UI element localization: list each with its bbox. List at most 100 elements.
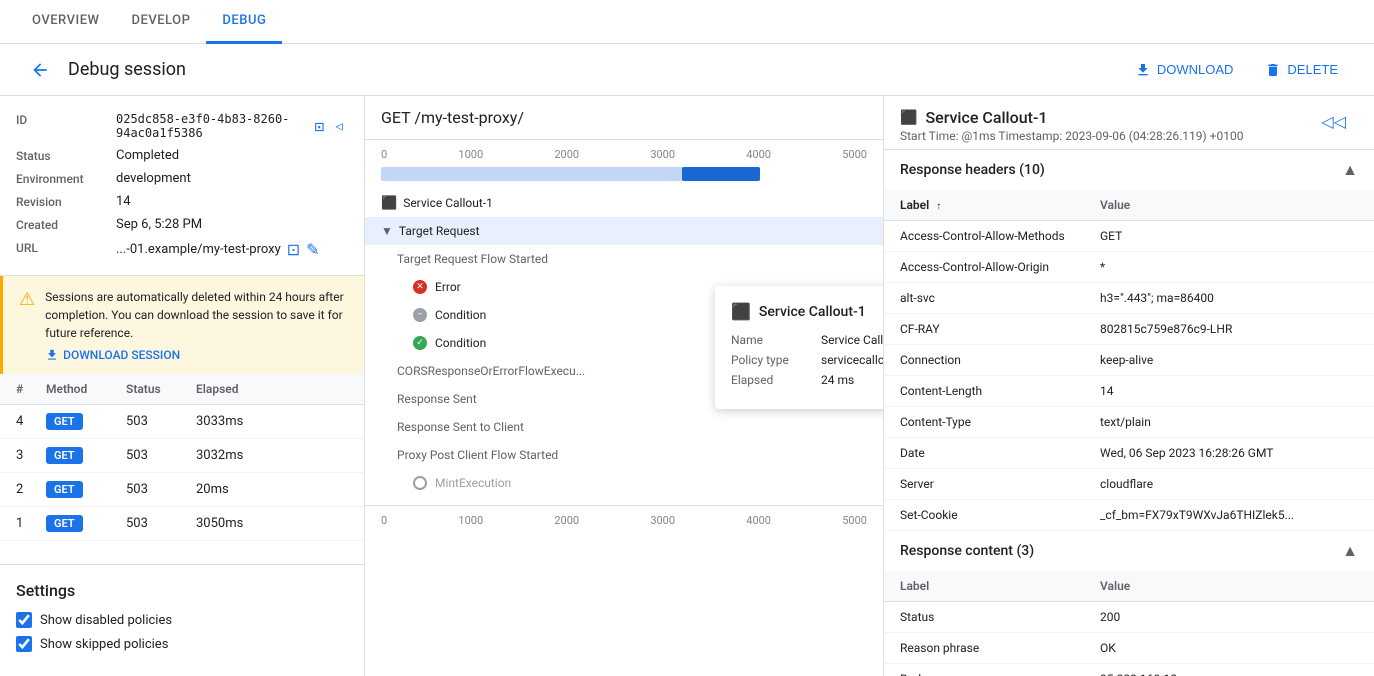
header-row: CF-RAY 802815c759e876c9-LHR [884,314,1374,345]
table-rows: 4 GET 503 3033ms 3 GET 503 3032ms 2 GET … [0,405,364,541]
url-edit-icon[interactable]: ✎ [306,240,319,259]
tab-overview[interactable]: OVERVIEW [16,0,115,44]
alert-icon: ⚠ [19,289,35,362]
mint-dot [413,476,427,490]
status-value: Completed [116,148,179,163]
id-row: ID 025dc858-e3f0-4b83-8260-94ac0a1f5386 … [16,112,348,140]
popup-title: Service Callout-1 [759,304,866,320]
response-headers-chevron[interactable]: ▲ [1342,160,1358,180]
nav-prev-icon[interactable]: ◁◁ [1317,108,1350,135]
header-left: Debug session [24,54,186,86]
popup-policy-value: servicecallout [821,353,884,367]
bottom-timeline: 0 1000 2000 3000 4000 5000 [365,505,883,535]
environment-label: Environment [16,171,116,186]
tab-debug[interactable]: DEBUG [206,0,282,44]
content-row: Status 200 [884,602,1374,633]
header-value: 14 [1084,376,1374,407]
row-status: 503 [126,414,196,429]
header-row: Content-Length 14 [884,376,1374,407]
checkbox-label-0: Show disabled policies [40,613,172,628]
header-label: Content-Type [884,407,1084,438]
bottom-scale-labels: 0 1000 2000 3000 4000 5000 [381,514,867,527]
popup-elapsed-row: Elapsed 24 ms [731,373,884,387]
checkbox-0[interactable] [16,612,32,628]
row-method: GET [46,413,126,430]
mint-execution-row[interactable]: MintExecution [365,469,883,497]
created-row: Created Sep 6, 5:28 PM [16,217,348,232]
right-panel-subtitle: Start Time: @1ms Timestamp: 2023-09-06 (… [900,129,1243,143]
header-row: Connection keep-alive [884,345,1374,376]
response-content-section: Response content (3) ▲ Label Value Statu… [884,531,1374,676]
row-method: GET [46,447,126,464]
url-label: URL [16,240,116,255]
popup-elapsed-value: 24 ms [821,373,854,387]
header-label: Access-Control-Allow-Origin [884,252,1084,283]
service-callout-row[interactable]: ⬛ Service Callout-1 [365,189,883,217]
back-button[interactable] [24,54,56,86]
settings-checkboxes: Show disabled policies Show skipped poli… [16,612,348,652]
response-content-chevron[interactable]: ▲ [1342,541,1358,561]
environment-value: development [116,171,191,186]
center-panel: GET /my-test-proxy/ 0 1000 2000 3000 400… [365,96,884,676]
content-row: Body 35.203.160.18 [884,664,1374,676]
header-row: Server cloudflare [884,469,1374,500]
target-request-row[interactable]: ▼ Target Request [365,217,883,245]
content-value: 35.203.160.18 [1084,664,1374,676]
revision-label: Revision [16,194,116,209]
content-col-label[interactable]: Label [884,571,1084,602]
url-copy-icon[interactable]: ⊡ [287,240,300,259]
copy-icon[interactable]: ⊡ [315,117,325,136]
response-content-title: Response content (3) [900,543,1034,559]
page-header: Debug session DOWNLOAD DELETE [0,44,1374,96]
revision-row: Revision 14 [16,194,348,209]
popup-name-row: Name Service Callout-1 [731,333,884,347]
response-headers-title: Response headers (10) [900,162,1045,178]
popup-name-value: Service Callout-1 [821,333,884,347]
table-row[interactable]: 3 GET 503 3032ms [0,439,364,473]
content-label: Body [884,664,1084,676]
requests-table-section: # Method Status Elapsed 4 GET 503 3033ms… [0,374,364,541]
content-value: 200 [1084,602,1374,633]
row-method: GET [46,515,126,532]
table-row[interactable]: 1 GET 503 3050ms [0,507,364,541]
timeline-scale: 0 1000 2000 3000 4000 5000 [365,140,883,183]
method-badge: GET [46,515,83,532]
popup-name-label: Name [731,333,821,347]
response-headers-table: Label ↑ Value Access-Control-Allow-Metho… [884,190,1374,531]
right-panel-info: ⬛ Service Callout-1 Start Time: @1ms Tim… [900,108,1243,143]
collapse-icon[interactable]: ◁ [330,114,348,138]
revision-value: 14 [116,194,131,209]
checkbox-row: Show skipped policies [16,636,348,652]
status-row: Status Completed [16,148,348,163]
scale-labels: 0 1000 2000 3000 4000 5000 [381,148,867,165]
row-num: 1 [16,516,46,531]
expand-arrow-down[interactable]: ▼ [381,224,393,238]
headers-col-label[interactable]: Label ↑ [884,190,1084,221]
id-label: ID [16,112,116,127]
row-status: 503 [126,448,196,463]
header-value: * [1084,252,1374,283]
headers-col-value[interactable]: Value [1084,190,1374,221]
table-header: # Method Status Elapsed [0,374,364,405]
header-value: 802815c759e876c9-LHR [1084,314,1374,345]
table-row[interactable]: 2 GET 503 20ms [0,473,364,507]
download-button[interactable]: DOWNLOAD [1123,56,1246,84]
checkbox-1[interactable] [16,636,32,652]
checkbox-label-1: Show skipped policies [40,637,168,652]
info-section: ID 025dc858-e3f0-4b83-8260-94ac0a1f5386 … [0,96,364,276]
response-headers-toggle[interactable]: Response headers (10) ▲ [884,150,1374,190]
checkbox-row: Show disabled policies [16,612,348,628]
header-value: keep-alive [1084,345,1374,376]
content-col-value[interactable]: Value [1084,571,1374,602]
table-row[interactable]: 4 GET 503 3033ms [0,405,364,439]
response-content-toggle[interactable]: Response content (3) ▲ [884,531,1374,571]
center-header: GET /my-test-proxy/ [365,96,883,140]
delete-button[interactable]: DELETE [1253,56,1350,84]
tab-develop[interactable]: DEVELOP [115,0,206,44]
alert-box: ⚠ Sessions are automatically deleted wit… [0,276,364,374]
header-row: alt-svc h3=".443"; ma=86400 [884,283,1374,314]
header-label: CF-RAY [884,314,1084,345]
row-elapsed: 3050ms [196,516,348,531]
gantt-bar-dark [682,167,760,181]
download-session-link[interactable]: DOWNLOAD SESSION [45,348,348,362]
